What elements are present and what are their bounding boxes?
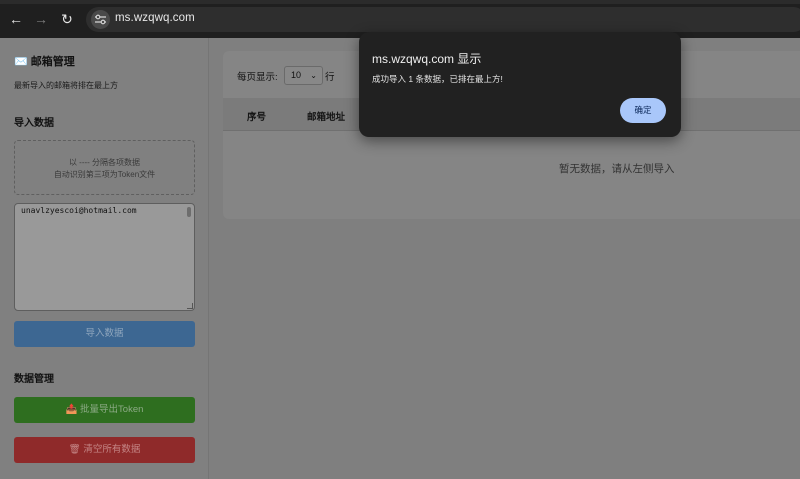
textarea-scrollbar[interactable] bbox=[187, 207, 191, 217]
site-info-button[interactable] bbox=[91, 10, 110, 29]
sidebar-subtitle: 最新导入的邮箱将排在最上方 bbox=[14, 81, 118, 90]
reload-icon: ↻ bbox=[61, 11, 73, 27]
resize-handle[interactable] bbox=[187, 303, 193, 309]
dialog-message: 成功导入 1 条数据，已排在最上方! bbox=[372, 74, 503, 84]
per-page-label: 每页显示: bbox=[237, 72, 278, 83]
per-page-select[interactable]: 10 ⌄ bbox=[284, 66, 323, 85]
sidebar: ✉️ 邮箱管理 最新导入的邮箱将排在最上方 导入数据 以 ---- 分隔各项数据… bbox=[0, 38, 209, 479]
ok-button[interactable]: 确定 bbox=[620, 98, 666, 123]
dialog-title: ms.wzqwq.com 显示 bbox=[372, 52, 482, 66]
column-header-email: 邮箱地址 bbox=[307, 112, 346, 123]
sidebar-title: ✉️ 邮箱管理 bbox=[14, 56, 75, 68]
import-heading: 导入数据 bbox=[14, 118, 54, 129]
reload-button[interactable]: ↻ bbox=[59, 11, 75, 27]
dropzone-hint-1: 以 ---- 分隔各项数据 bbox=[68, 158, 141, 167]
import-textarea[interactable]: unavlzyescoi@hotmail.com bbox=[14, 203, 195, 311]
url-text[interactable]: ms.wzqwq.com bbox=[115, 12, 195, 24]
empty-state: 暂无数据，请从左侧导入 bbox=[559, 163, 675, 175]
back-button[interactable]: ← bbox=[8, 11, 24, 27]
alert-dialog: ms.wzqwq.com 显示 成功导入 1 条数据，已排在最上方! 确定 bbox=[359, 32, 681, 137]
file-dropzone[interactable]: 以 ---- 分隔各项数据 自动识别第三项为Token文件 bbox=[14, 140, 195, 195]
per-page-value: 10 bbox=[291, 70, 302, 80]
clear-all-button[interactable]: 🗑 清空所有数据 bbox=[14, 437, 195, 463]
textarea-value: unavlzyescoi@hotmail.com bbox=[21, 206, 137, 215]
arrow-right-icon: → bbox=[34, 11, 48, 27]
dropzone-hint-2: 自动识别第三项为Token文件 bbox=[53, 170, 156, 179]
import-button[interactable]: 导入数据 bbox=[14, 321, 195, 347]
manage-heading: 数据管理 bbox=[14, 374, 54, 385]
tune-icon bbox=[95, 14, 106, 25]
arrow-left-icon: ← bbox=[9, 11, 23, 27]
column-header-index: 序号 bbox=[247, 112, 267, 123]
address-bar[interactable]: ms.wzqwq.com bbox=[86, 7, 800, 32]
tab-strip bbox=[0, 0, 800, 4]
forward-button[interactable]: → bbox=[33, 11, 49, 27]
per-page-unit: 行 bbox=[325, 72, 335, 83]
export-token-button[interactable]: 📤 批量导出Token bbox=[14, 397, 195, 423]
chevron-down-icon: ⌄ bbox=[310, 71, 317, 80]
